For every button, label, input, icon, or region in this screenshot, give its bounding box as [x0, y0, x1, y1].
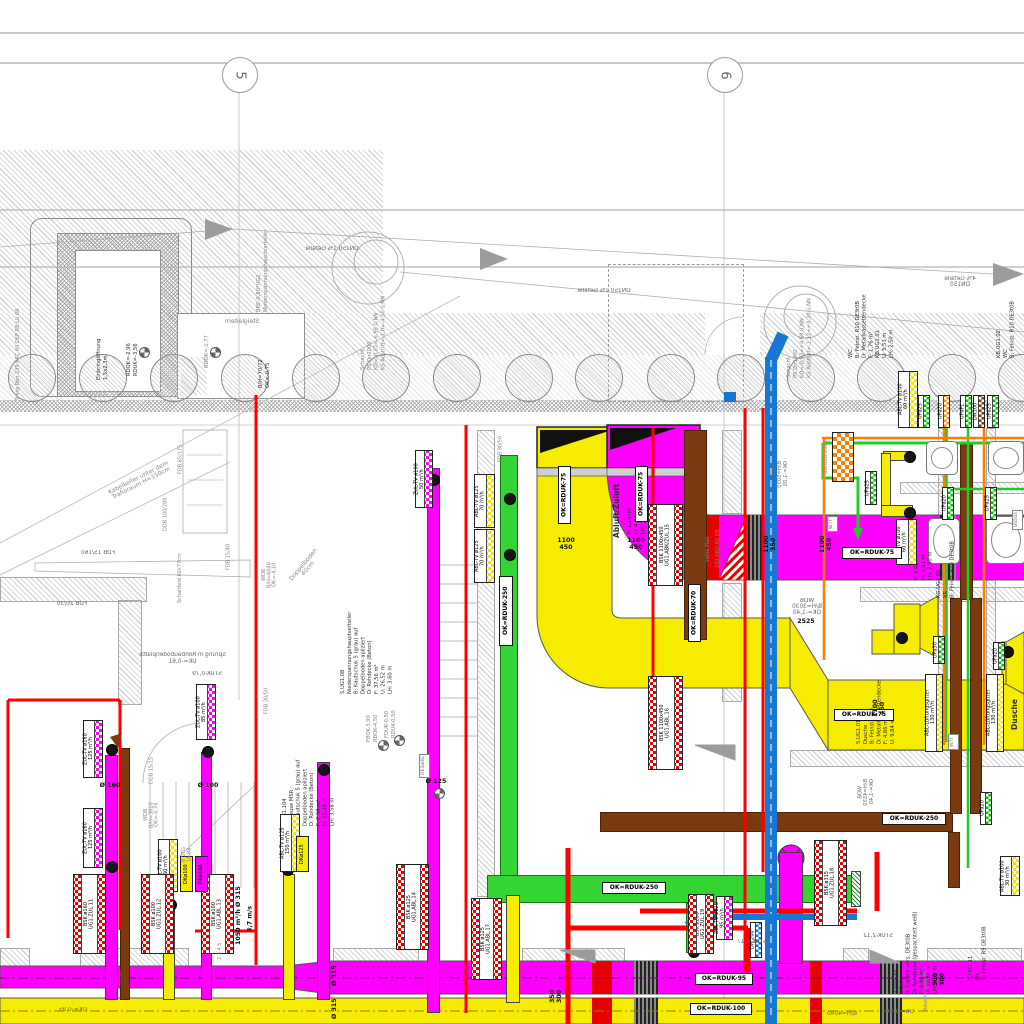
level-label: STUK-2,17 — [734, 938, 770, 947]
slope-label: DN150 1% Gefälle — [300, 240, 364, 258]
duct-dim: 350 300 — [550, 980, 564, 1012]
fire-damper-label: BSK ø200 UG1.ZUL.19 — [688, 894, 714, 954]
duct-dim: 500 300 — [932, 964, 948, 994]
fire-damper-label: BSK 1100x450 UG1.ABL.16 — [648, 676, 683, 770]
supply-valve-label: ZUL-TV ø160 125 m³/h — [83, 808, 103, 868]
tag: W7f — [827, 516, 838, 532]
flow-label: 1050 m³/h Ø 315 — [234, 878, 245, 954]
duct-level-label: OK=RDUK-250 — [499, 576, 513, 646]
note: Sprung in Rohbaubodenplatte UK=-0,61 — [130, 654, 235, 663]
duct-dim: 1100 350 — [762, 526, 780, 562]
conduit-label: UPa20 — [942, 487, 954, 520]
wall-opening-label: WDB B/H=3020 OK=-0,74 — [141, 795, 163, 835]
exhaust-valve-label: ABL-TV ø100 30 m³/h — [1000, 856, 1020, 896]
exhaust-valve-label: ABL-TV ø125 70 m³/h — [474, 474, 495, 528]
cabinet-label: Schaltfeld 60x77cm — [175, 545, 186, 611]
level-label: OK=-0,95 — [55, 1006, 91, 1015]
conduit-label: UPa20 — [980, 792, 992, 825]
conduit-label: UPa20 — [993, 642, 1005, 670]
fire-damper-label: BSK ø160 UG1.ZUL.11 — [73, 874, 106, 954]
tag: VS503 — [1012, 510, 1023, 530]
pipe-label: DN100 — [973, 395, 985, 428]
pipe-dim: Ø 160 — [96, 782, 124, 791]
ref-note: 233 ARO AS DE — [714, 524, 723, 574]
stamps-layer: ABL-TV ø125 70 m³/hABL-TV ø125 70 m³/h AB… — [0, 0, 1024, 1024]
supply-valve-label: ZUL-TV ø125 95 m³/h — [716, 896, 733, 940]
beam-label: DDB 15/15 — [147, 754, 157, 786]
duct-dim: 1100 450 — [871, 690, 889, 726]
slope-label: DN150 1% Gefälle — [572, 282, 636, 300]
duct-level-label: OK=RDUK-95 — [695, 973, 753, 985]
level-label: STUK-2,12 — [860, 932, 896, 941]
fire-damper-label: BSK ø125 UG1.ABL.14 — [396, 864, 429, 950]
duct-level-label: OK=RDUK-250 — [882, 813, 946, 825]
conduit-label: UPa25 — [987, 395, 999, 428]
tag: DE3a0G — [419, 754, 430, 778]
ref-note: siehe Plan — [704, 528, 713, 570]
conduit-label: UPa25 — [865, 471, 877, 505]
pipe-dim: Ø 315 — [330, 960, 341, 992]
conduit-label: UPa25 — [985, 487, 997, 520]
floor-box-label: BD/BSD 2001 — [822, 432, 831, 482]
exhaust-valve-label: ABL-TV ø125 70 m³/h — [474, 529, 495, 583]
wall-opening-label: WDB B/H=3030 OK=-1,40 — [790, 594, 824, 620]
fire-damper-label: BSK 1100x450 UG1.ABK/ZUL.15 — [648, 504, 683, 586]
beam-label: DDB 100/200 — [161, 486, 171, 542]
beam-label: FDB 20/30 — [52, 599, 92, 609]
ceiling-note: Akustik, gelocht — [922, 960, 931, 1022]
stair-label: 8 STG 16,03 — [180, 834, 195, 876]
tag: W7f — [948, 734, 959, 750]
exhaust-grille-label: ABL-Lüftungsgitter 130 m³/h — [986, 674, 1004, 752]
level-label: STUK-0,79 — [188, 670, 226, 679]
beam-label: FDB 15/160 — [76, 548, 120, 558]
pipe-dim: Ø 315 — [330, 994, 341, 1024]
beam-label: FDB 90/50 — [496, 434, 506, 464]
conduit-label: UPa20 — [938, 395, 950, 428]
floor-box — [832, 432, 854, 482]
pipe-dim: Ø 100 — [194, 782, 222, 791]
margin-note: 9 etg Rbn 239 ARC AS DEP RB LU 08 — [14, 306, 23, 402]
beam-label: FDB 15/40 — [224, 534, 234, 580]
wall-opening-label: WDB B/H=4530 OK=-1,40 — [854, 774, 880, 810]
duct-dim: 1100 450 — [552, 536, 580, 554]
slope-label: 4% Gefälle DN150 — [938, 272, 982, 292]
damper-label: DKø160 — [195, 856, 208, 892]
conduit-label: UPaPL — [960, 395, 972, 428]
dim: B/H=4040 — [824, 1010, 860, 1019]
exhaust-valve-label: ABL-TV ø100 60 m³/h — [898, 371, 918, 428]
duct-level-label: OK=RDUK-75 — [635, 466, 648, 522]
duct-level-label: OK=RDUK-100 — [690, 1003, 752, 1015]
floor-note: Doppelboden 40cm — [283, 542, 329, 591]
conduit-label: UPa30 — [933, 636, 945, 664]
damper-label: DKø125 — [296, 836, 309, 872]
duct-level-label: OK=RDUK-75 — [558, 466, 571, 524]
wall-opening-label: WDB B/H=5050 OK=-1,05 — [768, 456, 794, 492]
exhaust-grille-label: ABL-Lüftungsgitter 130 m³/h — [925, 674, 943, 752]
flow-label: 3,7 m/s — [246, 898, 256, 940]
fire-damper-label: BSK ø100 UG1.ZUL.12 — [141, 874, 174, 954]
fire-damper-label: BSK ø125 UG1.ABL.17 — [471, 898, 502, 980]
supply-valve-label: ZUL-TV ø100 85 m³/h — [196, 684, 216, 740]
supply-valve-label: ZUL-TV ø160 125 m³/h — [83, 720, 103, 778]
duct-level-label: OK=RDUK-250 — [602, 882, 666, 894]
pipe-dim: Ø 125 — [422, 778, 450, 787]
hvac-floor-plan: 5 6 Einbringöffnung 1,5x2,3m RDOK=-2,96 … — [0, 0, 1024, 1024]
wall-opening-label: WDB B/H=6040 OK=-4,10 — [258, 553, 282, 597]
conduit-label: UPa25 — [918, 395, 930, 428]
duct-dim: 1100 450 — [622, 536, 650, 554]
stair-numbers: 2 3 4 5 — [216, 916, 225, 986]
level-label: OK=-1,00 — [882, 1008, 918, 1017]
duct-level-label: OK=RDUK-75 — [842, 547, 902, 559]
supply-valve-label: ZUL-TV ø100 50 m³/h — [415, 450, 433, 508]
duct-level-label: OK=RDUK-70 — [688, 584, 701, 642]
fire-damper-label: BSK ø315 UG1.ZUL.18 — [814, 840, 847, 926]
beam-label: FDB 30/50 — [262, 680, 272, 722]
